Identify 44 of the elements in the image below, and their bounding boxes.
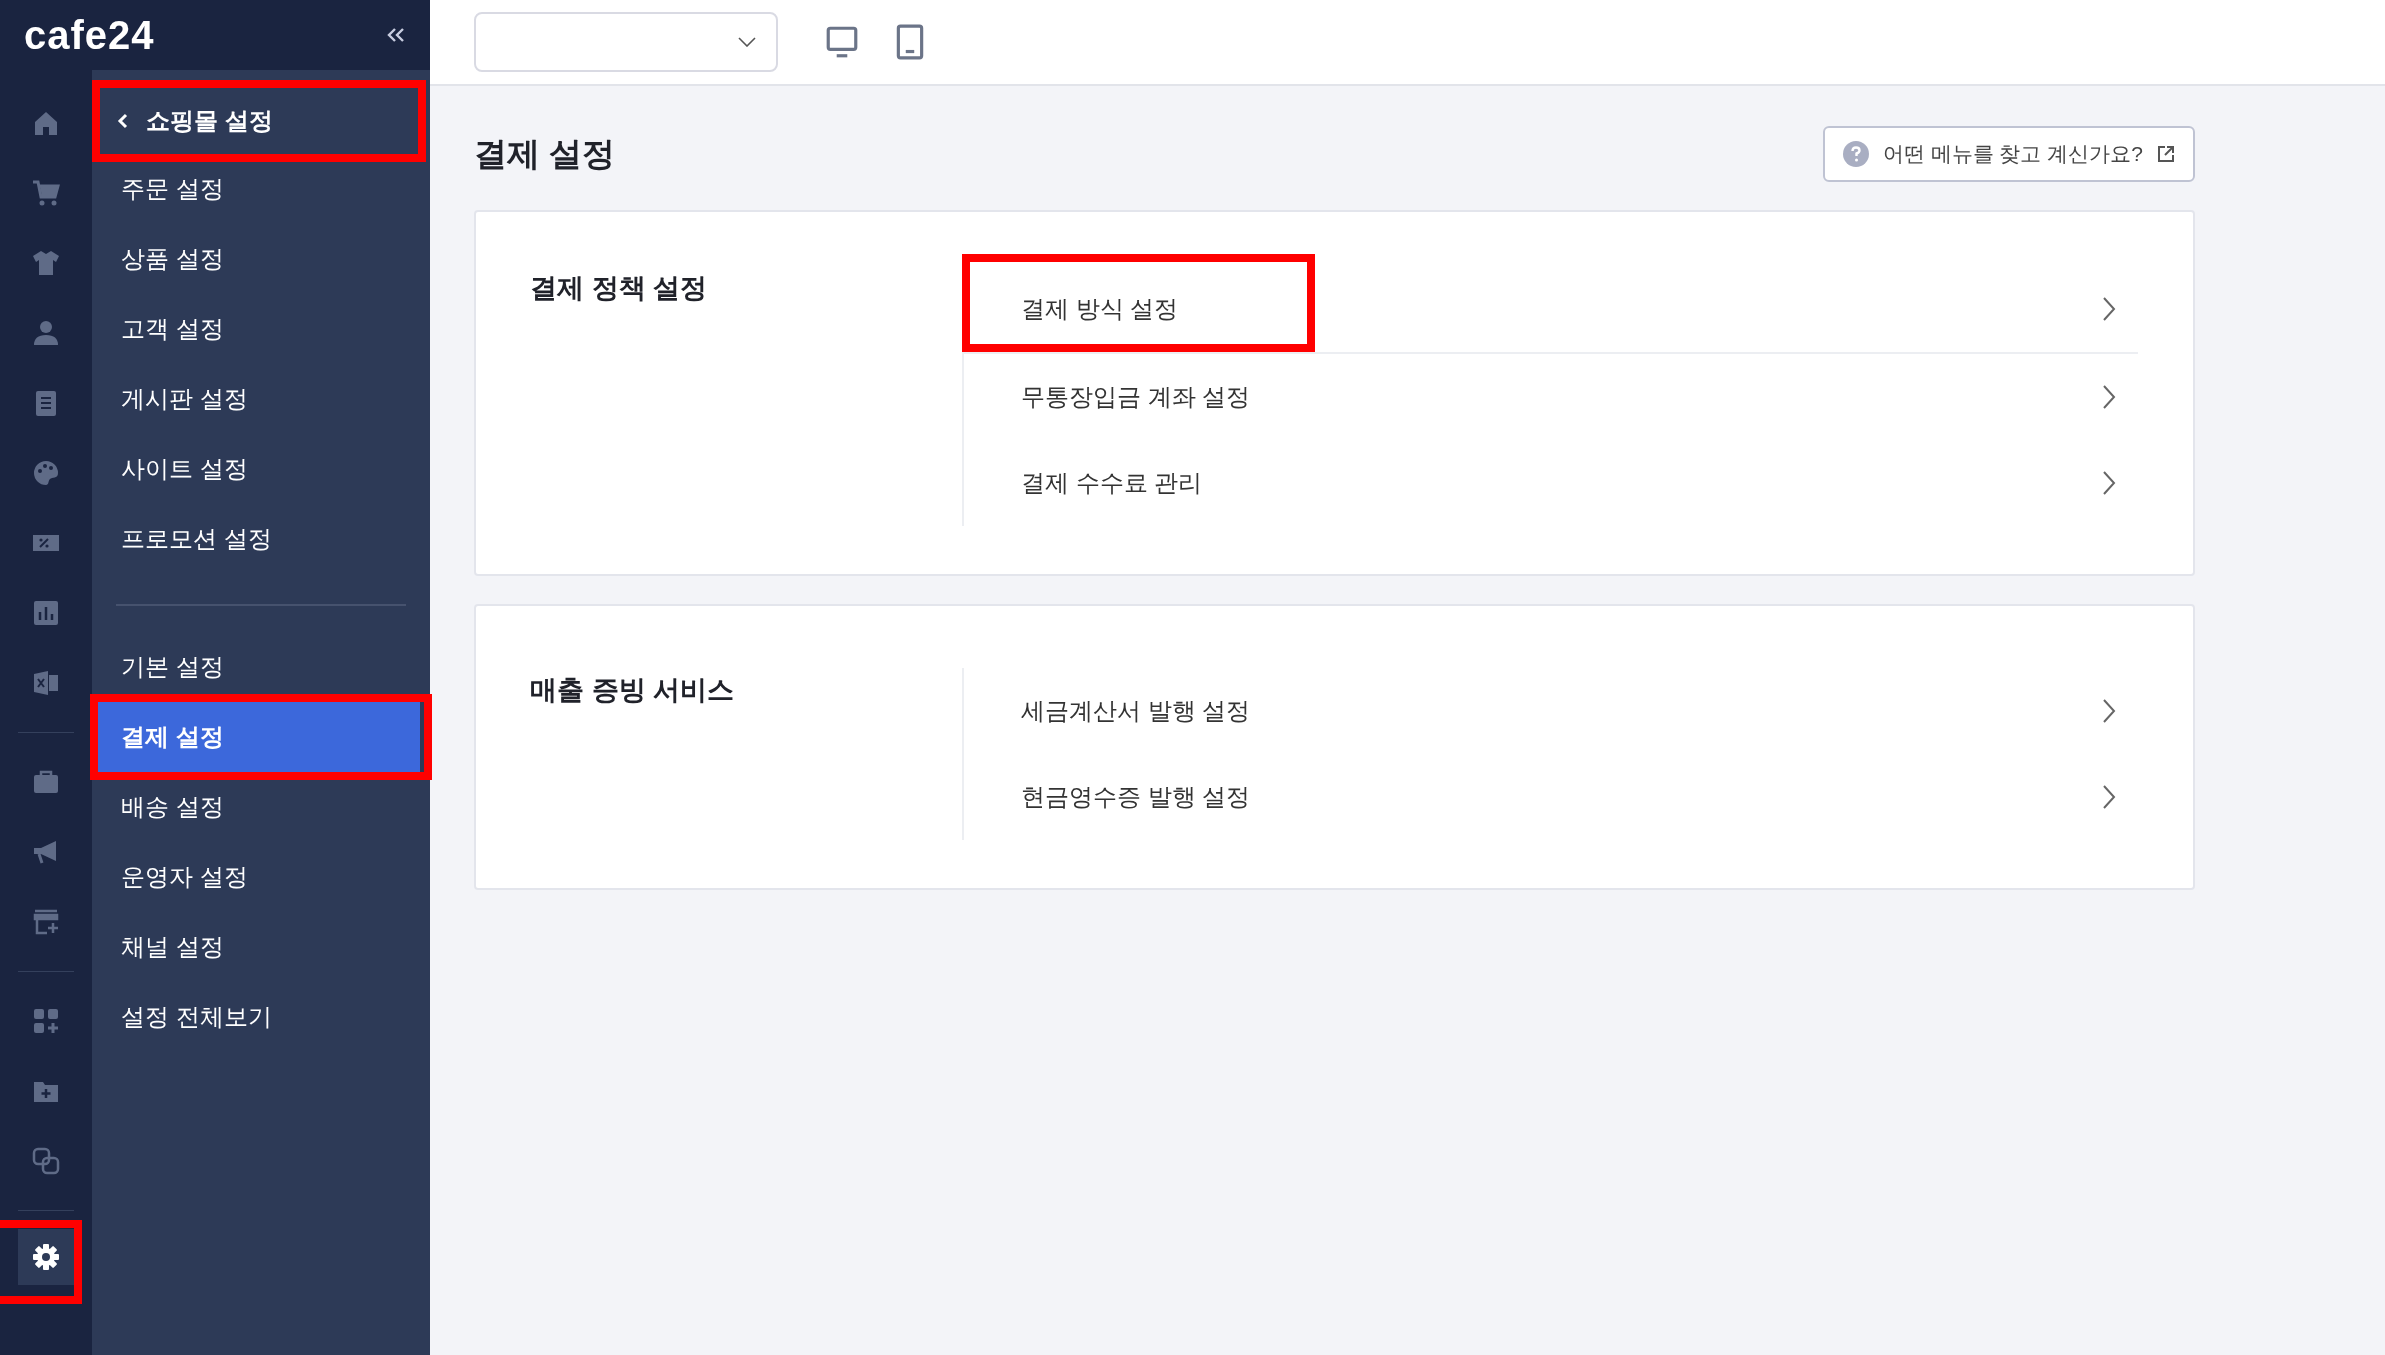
- external-link-icon: [2157, 145, 2175, 163]
- chevron-right-icon: [2102, 784, 2116, 810]
- sidebar-item[interactable]: 설정 전체보기: [92, 982, 430, 1052]
- logo[interactable]: cafe24: [24, 12, 155, 58]
- sidebar-item[interactable]: 프로모션 설정: [92, 504, 430, 574]
- link-icon[interactable]: [31, 1146, 61, 1176]
- desktop-icon[interactable]: [825, 24, 859, 60]
- back-icon: [116, 112, 130, 130]
- person-icon[interactable]: [31, 318, 61, 348]
- sidebar-item[interactable]: 사이트 설정: [92, 434, 430, 504]
- chevron-down-icon: [738, 37, 756, 47]
- section-title: 매출 증빙 서비스: [530, 674, 735, 707]
- sidebar-item[interactable]: 배송 설정: [92, 772, 430, 842]
- sidebar-item[interactable]: 고객 설정: [92, 294, 430, 364]
- settings-link-row[interactable]: 결제 방식 설정: [964, 266, 2138, 354]
- section-title: 결제 정책 설정: [530, 272, 708, 305]
- settings-link-row[interactable]: 현금영수증 발행 설정: [964, 754, 2138, 840]
- chevron-right-icon: [2102, 698, 2116, 724]
- chevron-right-icon: [2102, 296, 2116, 322]
- sidebar-item[interactable]: 채널 설정: [92, 912, 430, 982]
- settings-link-row[interactable]: 무통장입금 계좌 설정: [964, 354, 2138, 440]
- store-plus-icon[interactable]: [31, 907, 61, 937]
- menu-title: 쇼핑몰 설정: [146, 106, 273, 136]
- sidebar-item[interactable]: 주문 설정: [92, 154, 430, 224]
- palette-icon[interactable]: [31, 458, 61, 488]
- chevron-right-icon: [2102, 384, 2116, 410]
- chart-icon[interactable]: [31, 598, 61, 628]
- sidebar-item[interactable]: 기본 설정: [92, 632, 430, 702]
- settings-link-row[interactable]: 세금계산서 발행 설정: [964, 668, 2138, 754]
- help-button[interactable]: 어떤 메뉴를 찾고 계신가요?: [1822, 126, 2195, 182]
- sidebar-item[interactable]: 결제 설정: [98, 702, 420, 772]
- rail-button[interactable]: [18, 1229, 74, 1285]
- sidebar-item[interactable]: 게시판 설정: [92, 364, 430, 434]
- page-title: 결제 설정: [474, 133, 616, 174]
- cart-icon[interactable]: [31, 178, 61, 208]
- chevron-right-icon: [2102, 470, 2116, 496]
- sidebar-item[interactable]: 상품 설정: [92, 224, 430, 294]
- shirt-icon[interactable]: [31, 248, 61, 278]
- settings-icon[interactable]: [31, 1242, 61, 1272]
- sidebar-item[interactable]: 운영자 설정: [92, 842, 430, 912]
- spreadsheet-icon[interactable]: [31, 668, 61, 698]
- help-icon: [1842, 141, 1869, 167]
- settings-link-row[interactable]: 결제 수수료 관리: [964, 440, 2138, 526]
- apps-plus-icon[interactable]: [31, 1006, 61, 1036]
